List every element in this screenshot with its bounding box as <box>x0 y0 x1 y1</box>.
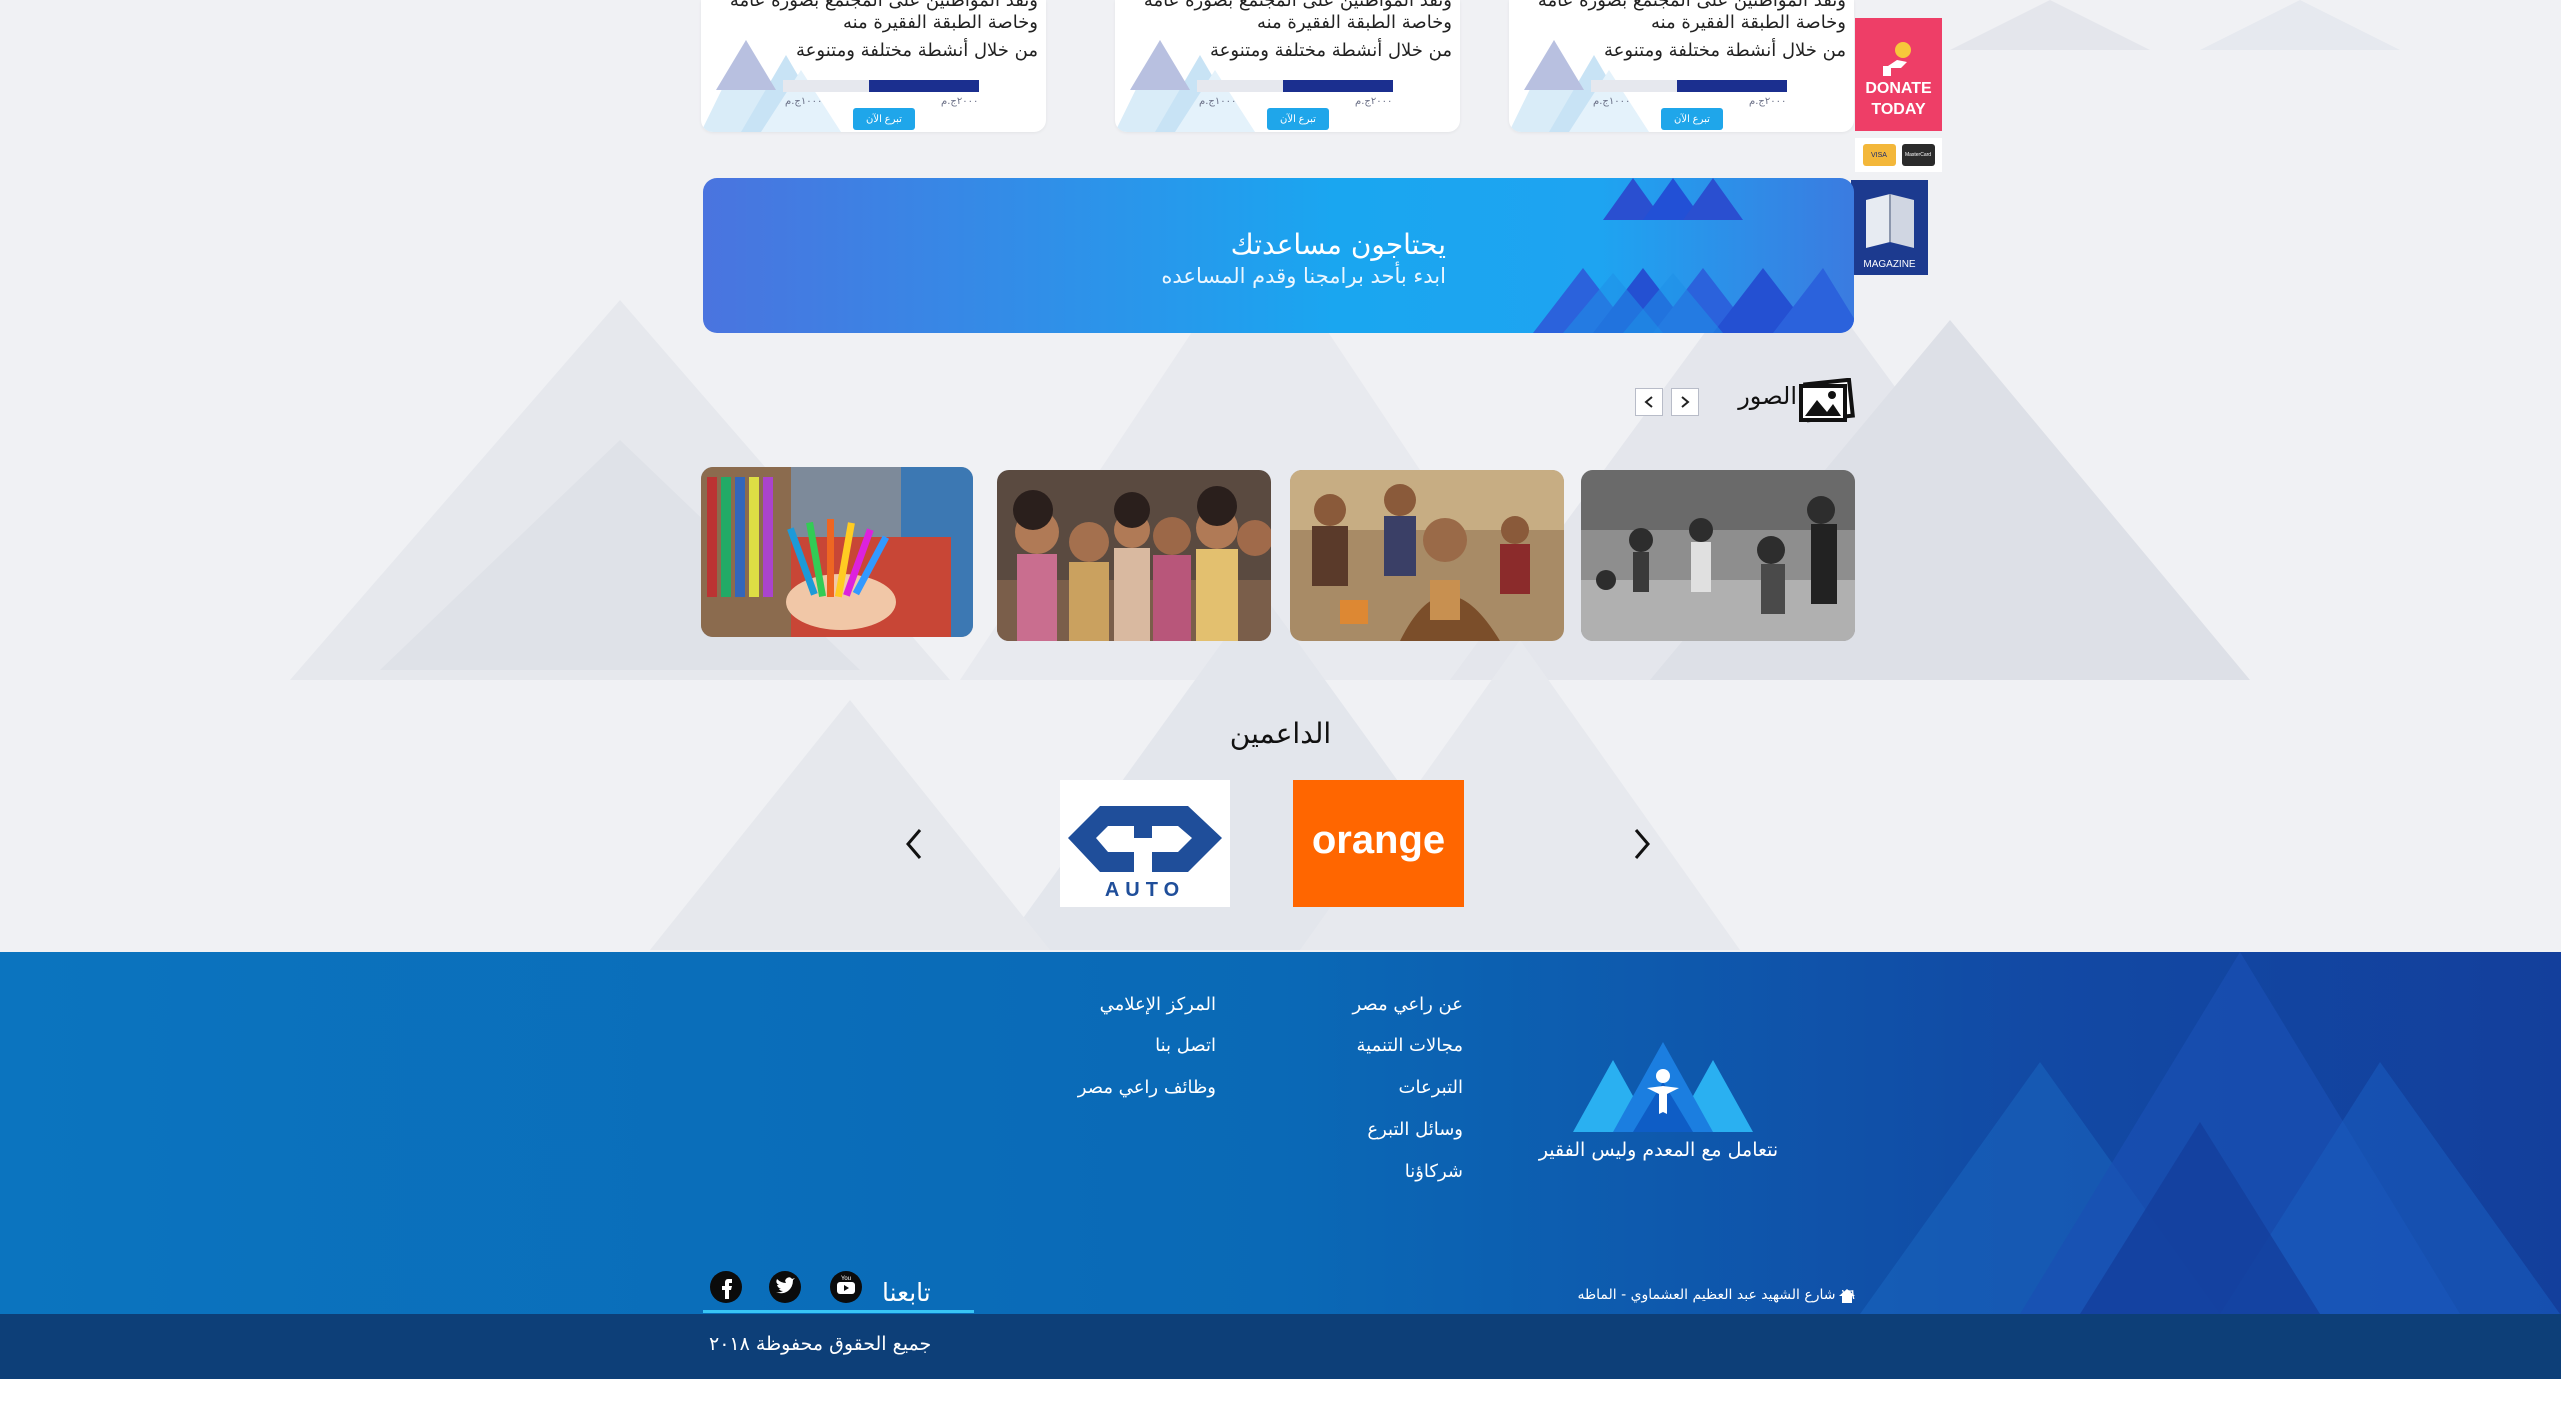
gallery-photo[interactable] <box>997 470 1271 641</box>
raised-amount: ١٠٠٠ج.م <box>785 96 823 107</box>
photos-next-button[interactable] <box>1671 388 1699 416</box>
sponsor-logo-orange[interactable]: orange <box>1293 780 1464 907</box>
raised-amount: ١٠٠٠ج.م <box>1593 96 1631 107</box>
progress-bar <box>1197 80 1393 92</box>
photo-kids-playing-image <box>1581 470 1855 641</box>
donate-hand-icon <box>1882 41 1911 76</box>
gallery-photo[interactable] <box>1290 470 1564 641</box>
card-text-line: وخاصة الطبقة الفقيرة منه <box>1256 12 1452 33</box>
photo-family-image <box>1290 470 1564 641</box>
banner-title: يحتاجون مساعدتك <box>1230 228 1446 261</box>
progress-bar <box>1591 80 1787 92</box>
footer-link-jobs[interactable]: وظائف راعي مصر <box>1078 1077 1216 1098</box>
donate-now-button[interactable]: تبرع الآن <box>1661 108 1723 130</box>
card-text-line: وخاصة الطبقة الفقيرة منه <box>842 12 1038 33</box>
goal-amount: ٢٠٠٠ج.م <box>1749 96 1787 107</box>
photos-icon <box>1799 378 1855 423</box>
twitter-icon[interactable] <box>768 1270 802 1304</box>
footer-link-contact[interactable]: اتصل بنا <box>1155 1035 1216 1056</box>
banner-subtitle: ابدء بأحد برامجنا وقدم المساعده <box>1161 264 1446 288</box>
donate-now-button[interactable]: تبرع الآن <box>853 108 915 130</box>
supporters-title: الداعمين <box>1229 717 1332 750</box>
card-text-line: ونقد المواطنين على المجتمع بصورة عامة <box>1537 0 1846 11</box>
magazine-label: MAGAZINE <box>1863 259 1916 270</box>
footer-link-development[interactable]: مجالات التنمية <box>1356 1035 1463 1056</box>
footer-triangles-decoration <box>1860 952 2560 1314</box>
campaign-card: ونقد المواطنين على المجتمع بصورة عامة وخ… <box>1115 0 1460 132</box>
footer-tagline: نتعامل مع المعدم وليس الفقير <box>1538 1139 1779 1161</box>
chevron-right-icon <box>1681 396 1690 408</box>
photo-crayons-image <box>701 467 973 637</box>
photos-prev-button[interactable] <box>1635 388 1663 416</box>
campaign-card: ونقد المواطنين على المجتمع بصورة عامة وخ… <box>701 0 1046 132</box>
photos-section-title: الصور <box>1738 382 1797 410</box>
card-text-line: من خلال أنشطة مختلفة ومتنوعة <box>796 40 1038 61</box>
page-bottom-strip <box>0 1379 2561 1407</box>
youtube-icon[interactable]: You <box>829 1270 863 1304</box>
donate-today-button[interactable]: DONATE TODAY <box>1855 18 1942 131</box>
footer-link-donation-methods[interactable]: وسائل التبرع <box>1367 1119 1463 1140</box>
card-text-line: ونقد المواطنين على المجتمع بصورة عامة <box>1143 0 1452 11</box>
footer-link-media-center[interactable]: المركز الإعلامي <box>1100 994 1216 1015</box>
chevron-right-icon[interactable] <box>1630 826 1654 862</box>
progress-fill <box>1283 80 1393 92</box>
orange-logo-text: orange <box>1311 818 1446 862</box>
visa-card-icon: VISA <box>1862 144 1896 166</box>
footer-link-partners[interactable]: شركاؤنا <box>1405 1161 1463 1182</box>
follow-underline <box>703 1310 974 1313</box>
help-banner[interactable]: يحتاجون مساعدتك ابدء بأحد برامجنا وقدم ا… <box>703 178 1854 333</box>
banner-triangles-decoration <box>1533 178 1854 333</box>
raised-amount: ١٠٠٠ج.م <box>1199 96 1237 107</box>
copyright-text: جميع الحقوق محفوظة ٢٠١٨ <box>709 1333 932 1355</box>
card-text-line: ونقد المواطنين على المجتمع بصورة عامة <box>729 0 1038 11</box>
footer-link-donations[interactable]: التبرعات <box>1399 1077 1463 1098</box>
card-text-line: من خلال أنشطة مختلفة ومتنوعة <box>1210 40 1452 61</box>
campaign-card: ونقد المواطنين على المجتمع بصورة عامة وخ… <box>1509 0 1854 132</box>
progress-bar <box>783 80 979 92</box>
facebook-icon[interactable] <box>709 1270 743 1304</box>
photo-children-image <box>997 470 1271 641</box>
progress-fill <box>1677 80 1787 92</box>
chevron-left-icon <box>1644 396 1653 408</box>
gallery-photo[interactable] <box>701 467 973 637</box>
footer-address: ١٦ شارع الشهيد عبد العظيم العشماوي - الم… <box>1577 1287 1855 1303</box>
payment-methods: VISA MasterCard <box>1855 138 1942 172</box>
follow-us-label: تابعنا <box>882 1278 931 1307</box>
chevron-left-icon[interactable] <box>902 826 926 862</box>
copyright-bar: جميع الحقوق محفوظة ٢٠١٨ <box>0 1314 2561 1379</box>
footer: نتعامل مع المعدم وليس الفقير عن راعي مصر… <box>0 952 2561 1314</box>
gallery-photo[interactable] <box>1581 470 1855 641</box>
footer-link-about[interactable]: عن راعي مصر <box>1352 994 1463 1015</box>
donate-today-line2: TODAY <box>1871 100 1926 118</box>
progress-fill <box>869 80 979 92</box>
goal-amount: ٢٠٠٠ج.م <box>1355 96 1393 107</box>
auto-logo: AUTO <box>1068 806 1222 901</box>
card-text-line: وخاصة الطبقة الفقيرة منه <box>1650 12 1846 33</box>
goal-amount: ٢٠٠٠ج.م <box>941 96 979 107</box>
svg-text:You: You <box>841 1276 851 1282</box>
auto-logo-text: AUTO <box>1105 879 1185 901</box>
mastercard-icon: MasterCard <box>1901 144 1935 166</box>
magazine-button[interactable]: MAGAZINE <box>1851 180 1928 275</box>
site-logo <box>1573 1042 1753 1132</box>
magazine-book-icon <box>1865 194 1914 248</box>
donate-now-button[interactable]: تبرع الآن <box>1267 108 1329 130</box>
card-text-line: من خلال أنشطة مختلفة ومتنوعة <box>1604 40 1846 61</box>
donate-today-line1: DONATE <box>1865 79 1932 97</box>
sponsor-logo-auto[interactable]: AUTO <box>1060 780 1230 907</box>
